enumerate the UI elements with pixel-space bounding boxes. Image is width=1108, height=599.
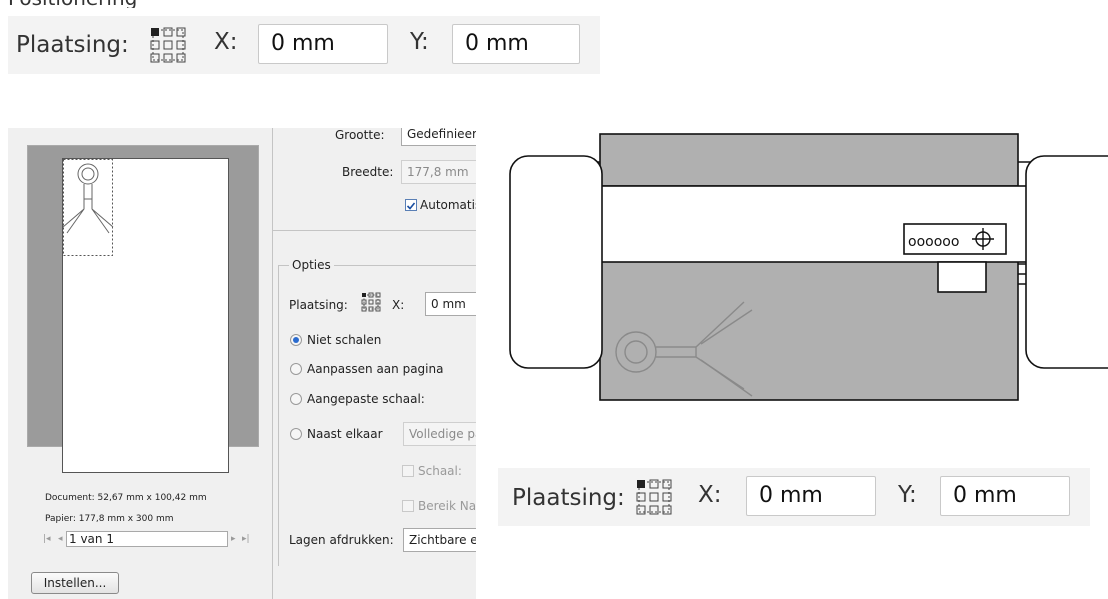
placement-label: Plaatsing: <box>16 32 129 58</box>
next-page-icon[interactable]: ▸ <box>231 534 236 544</box>
tile-select[interactable]: Volledige pagina <box>403 422 476 446</box>
bottom-y-input[interactable]: 0 mm <box>940 476 1070 516</box>
range-checkbox[interactable] <box>402 500 414 512</box>
size-select[interactable]: Gedefinieerd <box>401 128 476 146</box>
paper-info: Papier: 177,8 mm x 300 mm <box>45 514 174 524</box>
preview-page <box>62 158 229 473</box>
heading-fragment: Positionering <box>0 0 180 8</box>
fit-page-radio[interactable] <box>290 363 302 375</box>
scale-label: Schaal: <box>418 464 462 478</box>
layers-label: Lagen afdrukken: <box>289 533 394 547</box>
tile-radio[interactable] <box>290 428 302 440</box>
fit-page-label: Aanpassen aan pagina <box>307 362 444 376</box>
dialog-placement-label: Plaatsing: <box>289 298 348 312</box>
dialog-x-label: X: <box>392 298 405 312</box>
size-label: Grootte: <box>335 128 385 142</box>
layers-select[interactable]: Zichtbare en <box>403 528 476 552</box>
options-title: Opties <box>289 258 334 272</box>
custom-scale-radio[interactable] <box>290 393 302 405</box>
y-position-input[interactable]: 0 mm <box>452 24 580 64</box>
setup-button[interactable]: Instellen... <box>31 572 119 594</box>
document-info: Document: 52,67 mm x 100,42 mm <box>45 493 207 503</box>
placement-bar-bottom: Plaatsing: X: 0 mm Y: 0 mm <box>498 468 1090 526</box>
scale-checkbox[interactable] <box>402 465 414 477</box>
page-number-input[interactable]: 1 van 1 <box>66 531 228 547</box>
placement-bar-top: Plaatsing: X: 0 mm Y: 0 mm <box>8 16 600 74</box>
dialog-x-input[interactable]: 0 mm <box>425 292 476 316</box>
dialog-reference-point-icon[interactable] <box>361 292 381 315</box>
bottom-x-input[interactable]: 0 mm <box>746 476 876 516</box>
previous-page-icon[interactable]: ◂ <box>58 534 63 544</box>
reference-point-icon[interactable] <box>148 25 188 70</box>
custom-scale-label: Aangepaste schaal: <box>307 392 425 406</box>
stick-figure-artwork <box>63 159 114 256</box>
last-page-icon[interactable]: ▸| <box>242 534 250 544</box>
group-bottom-line <box>273 230 476 231</box>
bottom-placement-label: Plaatsing: <box>512 485 625 511</box>
first-page-icon[interactable]: |◂ <box>43 534 51 544</box>
no-scale-label: Niet schalen <box>307 333 382 347</box>
auto-label: Automatisch <box>420 198 476 212</box>
control-panel-buttons: oooooo <box>908 234 959 250</box>
dialog-divider <box>272 128 273 599</box>
bottom-x-label: X: <box>698 482 722 508</box>
range-label: Bereik Naast elkaar <box>418 499 476 513</box>
width-label: Breedte: <box>342 165 394 179</box>
width-input[interactable]: 177,8 mm <box>401 160 476 184</box>
bottom-y-label: Y: <box>898 482 917 508</box>
auto-checkbox[interactable] <box>405 199 417 211</box>
x-label: X: <box>214 29 238 55</box>
plotter-illustration: oooooo <box>509 133 1108 401</box>
x-position-input[interactable]: 0 mm <box>258 24 388 64</box>
print-dialog: Document: 52,67 mm x 100,42 mm Papier: 1… <box>8 128 476 599</box>
no-scale-radio[interactable] <box>290 334 302 346</box>
bottom-reference-point-icon[interactable] <box>634 477 674 522</box>
tile-label: Naast elkaar <box>307 427 383 441</box>
y-label: Y: <box>410 29 429 55</box>
